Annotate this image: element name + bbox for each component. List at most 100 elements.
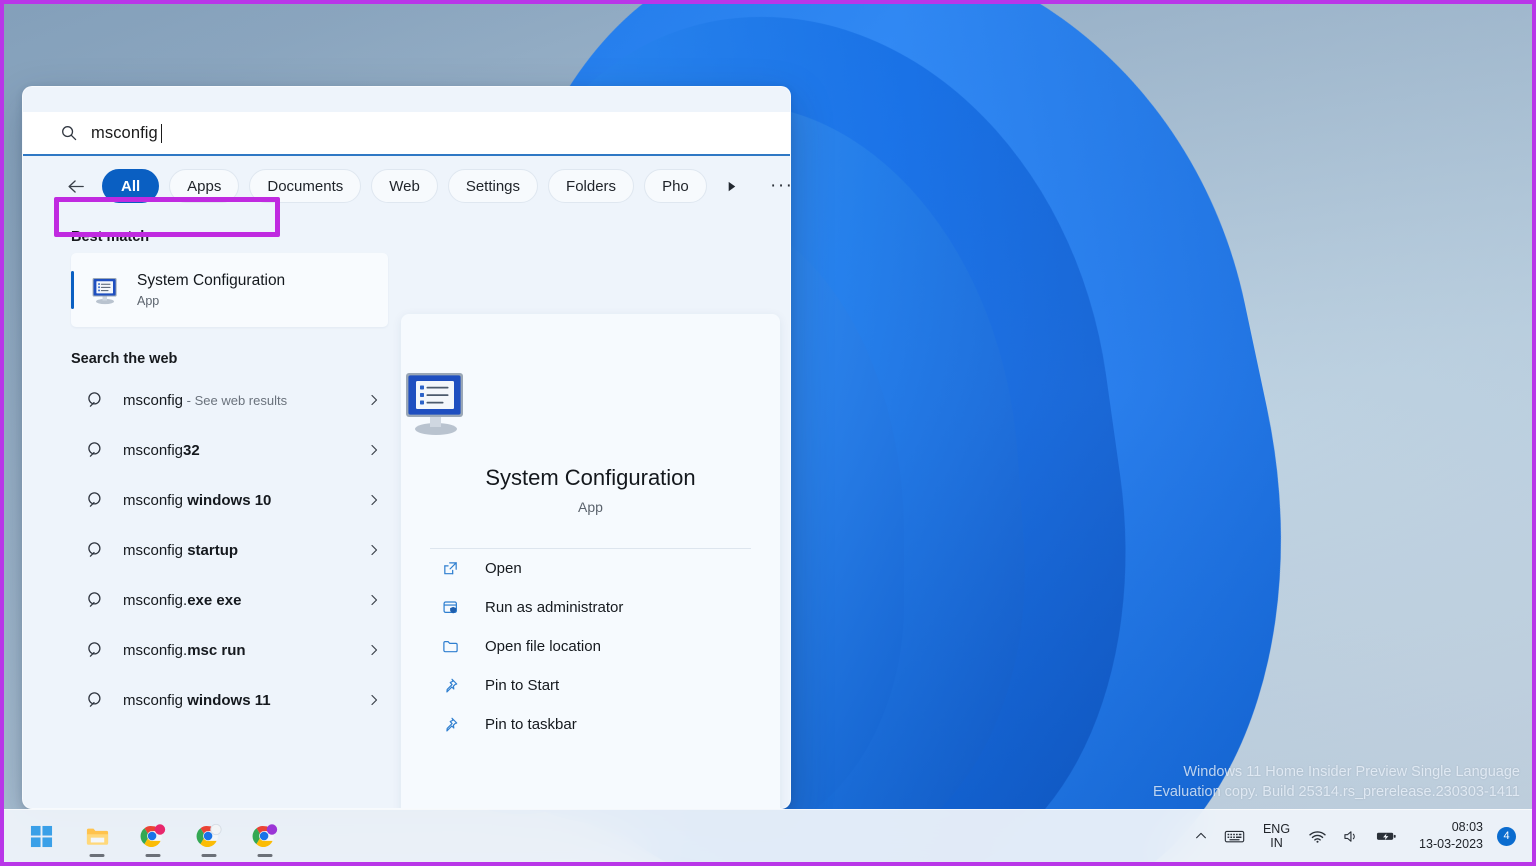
search-input-row[interactable]: msconfig — [23, 112, 791, 156]
action-pin-to-start[interactable]: Pin to Start — [411, 666, 770, 705]
best-match-result[interactable]: System Configuration App — [71, 253, 388, 327]
taskbar: ENG IN — [4, 809, 1532, 862]
search-flyout-panel: msconfig All Apps Documents Web Settings… — [22, 86, 791, 809]
web-suggestion-row[interactable]: msconfig windows 10 — [71, 475, 393, 525]
action-label: Run as administrator — [485, 599, 623, 616]
web-suggestion-label: msconfig startup — [123, 542, 367, 559]
action-label: Pin to taskbar — [485, 716, 577, 733]
web-suggestion-row[interactable]: msconfig32 — [71, 425, 393, 475]
action-label: Open — [485, 560, 522, 577]
tray-time: 08:03 — [1452, 819, 1483, 836]
action-open-file-location[interactable]: Open file location — [411, 627, 770, 666]
search-icon — [87, 591, 105, 609]
clock-and-date[interactable]: 08:03 13-03-2023 — [1405, 816, 1493, 856]
back-arrow-icon[interactable] — [61, 171, 91, 201]
search-icon — [87, 641, 105, 659]
chevron-right-icon — [367, 543, 381, 557]
pin-icon — [441, 676, 460, 695]
search-icon — [61, 125, 77, 141]
wifi-icon[interactable] — [1300, 816, 1335, 856]
action-open[interactable]: Open — [411, 549, 770, 588]
web-suggestion-row[interactable]: msconfig startup — [71, 525, 393, 575]
input-language-indicator[interactable]: ENG IN — [1253, 816, 1300, 856]
search-filter-tabs: All Apps Documents Web Settings Folders … — [23, 159, 791, 213]
taskbar-pinned-items — [22, 817, 284, 855]
chevron-right-icon — [367, 493, 381, 507]
chevron-right-icon — [367, 693, 381, 707]
language-line-1: ENG — [1263, 822, 1290, 836]
tab-settings[interactable]: Settings — [448, 169, 538, 203]
battery-icon[interactable] — [1368, 816, 1405, 856]
best-match-heading: Best match — [71, 229, 401, 245]
search-icon — [87, 691, 105, 709]
tab-documents[interactable]: Documents — [249, 169, 361, 203]
search-icon — [87, 491, 105, 509]
language-line-2: IN — [1270, 836, 1283, 850]
open-external-icon — [441, 559, 460, 578]
tabs-overflow-ellipsis-icon[interactable]: ··· — [767, 171, 791, 201]
chrome-button-1[interactable] — [134, 817, 172, 855]
text-caret — [161, 124, 163, 143]
web-suggestion-label: msconfig windows 11 — [123, 692, 367, 709]
system-tray: ENG IN — [1186, 816, 1520, 856]
watermark-line-2: Evaluation copy. Build 25314.rs_prerelea… — [1153, 782, 1520, 802]
keyboard-icon[interactable] — [1216, 816, 1253, 856]
search-input-value: msconfig — [91, 124, 158, 143]
web-suggestion-row[interactable]: msconfig - See web results — [71, 375, 393, 425]
play-arrow-icon[interactable] — [719, 173, 745, 199]
selection-accent-bar — [71, 271, 74, 309]
chevron-right-icon — [367, 593, 381, 607]
tray-date: 13-03-2023 — [1419, 836, 1483, 853]
action-pin-to-taskbar[interactable]: Pin to taskbar — [411, 705, 770, 744]
web-suggestion-label: msconfig - See web results — [123, 392, 367, 409]
activation-watermark: Windows 11 Home Insider Preview Single L… — [1153, 762, 1520, 802]
chrome-button-2[interactable] — [190, 817, 228, 855]
web-suggestion-row[interactable]: msconfig.exe exe — [71, 575, 393, 625]
file-explorer-button[interactable] — [78, 817, 116, 855]
running-indicator — [146, 854, 161, 857]
tab-photos[interactable]: Pho — [644, 169, 707, 203]
search-icon — [87, 391, 105, 409]
search-icon — [87, 541, 105, 559]
watermark-line-1: Windows 11 Home Insider Preview Single L… — [1153, 762, 1520, 782]
web-suggestion-row[interactable]: msconfig windows 11 — [71, 675, 393, 725]
speaker-icon[interactable] — [1335, 816, 1368, 856]
start-button[interactable] — [22, 817, 60, 855]
preview-subtitle: App — [401, 499, 780, 515]
search-the-web-heading: Search the web — [71, 351, 401, 367]
system-configuration-icon — [401, 366, 475, 440]
notification-badge[interactable]: 4 — [1497, 827, 1516, 846]
results-column: Best match — [23, 213, 401, 809]
running-indicator — [90, 854, 105, 857]
chevron-right-icon — [367, 643, 381, 657]
tab-apps[interactable]: Apps — [169, 169, 239, 203]
search-icon — [87, 441, 105, 459]
web-suggestion-label: msconfig.exe exe — [123, 592, 367, 609]
running-indicator — [258, 854, 273, 857]
pin-icon — [441, 715, 460, 734]
folder-icon — [441, 637, 460, 656]
chevron-right-icon — [367, 393, 381, 407]
best-match-subtitle: App — [137, 292, 285, 310]
screen-root: Windows 11 Home Insider Preview Single L… — [0, 0, 1536, 866]
web-suggestion-row[interactable]: msconfig.msc run — [71, 625, 393, 675]
web-suggestions-list: msconfig - See web results msconfig32 msco… — [23, 375, 401, 725]
best-match-title: System Configuration — [137, 271, 285, 291]
tab-all[interactable]: All — [102, 169, 159, 203]
preview-title: System Configuration — [401, 465, 780, 491]
action-label: Open file location — [485, 638, 601, 655]
web-suggestion-label: msconfig32 — [123, 442, 367, 459]
running-indicator — [202, 854, 217, 857]
action-run-as-administrator[interactable]: Run as administrator — [411, 588, 770, 627]
system-configuration-icon — [90, 274, 122, 306]
web-suggestion-label: msconfig.msc run — [123, 642, 367, 659]
web-suggestion-label: msconfig windows 10 — [123, 492, 367, 509]
chrome-button-3[interactable] — [246, 817, 284, 855]
tab-web[interactable]: Web — [371, 169, 438, 203]
action-label: Pin to Start — [485, 677, 559, 694]
tab-folders[interactable]: Folders — [548, 169, 634, 203]
preview-pane: System Configuration App Open — [401, 314, 780, 809]
best-match-text-block: System Configuration App — [137, 271, 285, 310]
chevron-right-icon — [367, 443, 381, 457]
chevron-up-icon[interactable] — [1186, 816, 1216, 856]
